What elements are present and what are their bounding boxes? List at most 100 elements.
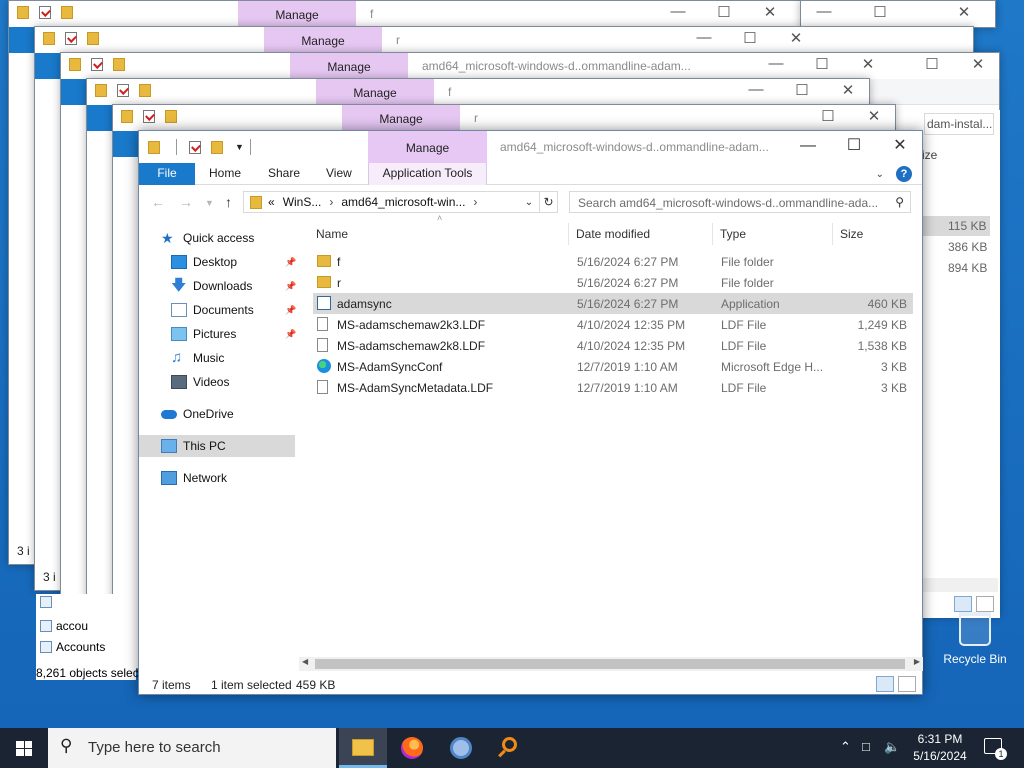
search-input[interactable]: Search amd64_microsoft-windows-d..ommand… (569, 191, 911, 213)
minimize-icon[interactable]: — (655, 3, 701, 20)
pin-icon[interactable]: 📌 (285, 305, 296, 316)
pin-icon[interactable]: 📌 (285, 329, 296, 340)
folder-icon[interactable] (148, 140, 160, 154)
taskbar-firefox[interactable] (388, 728, 436, 768)
file-row[interactable]: adamsync 5/16/2024 6:27 PM Application 4… (313, 293, 913, 314)
volume-muted-icon[interactable]: 🔈 (884, 739, 900, 755)
large-icons-view-icon[interactable] (898, 676, 916, 692)
nav-downloads[interactable]: 🡇 Downloads (171, 275, 252, 297)
nav-network[interactable]: Network (161, 467, 227, 489)
maximize-button[interactable]: ☐ (831, 135, 877, 159)
taskbar-search-app[interactable] (486, 728, 534, 768)
size-column-header[interactable]: ize (922, 148, 937, 162)
file-row[interactable]: MS-AdamSyncConf 12/7/2019 1:10 AM Micros… (313, 356, 913, 377)
maximize-icon[interactable]: ☐ (909, 55, 955, 73)
tab-application-tools[interactable]: Application Tools (368, 163, 487, 185)
maximize-icon[interactable]: ☐ (727, 29, 773, 47)
help-icon[interactable]: ? (896, 166, 912, 182)
horizontal-scrollbar[interactable]: ◀ ▶ (299, 657, 923, 671)
expand-ribbon-icon[interactable]: ⌄ (876, 169, 884, 180)
network-status-icon[interactable]: □ (862, 739, 870, 754)
nav-onedrive[interactable]: OneDrive (161, 403, 234, 425)
start-button[interactable] (0, 728, 48, 768)
taskbar-search[interactable]: ⚲ Type here to search (48, 728, 336, 768)
background-window-1b[interactable]: — ☐ ✕ (800, 0, 996, 28)
close-icon[interactable]: ✕ (773, 29, 819, 47)
scroll-left-icon[interactable]: ◀ (302, 657, 308, 666)
nav-pictures[interactable]: Pictures (171, 323, 236, 345)
nav-documents[interactable]: Documents (171, 299, 254, 321)
manage-tab[interactable]: Manage (316, 79, 434, 105)
list-item[interactable]: Accounts (56, 640, 105, 654)
close-icon[interactable]: ✕ (955, 55, 999, 73)
column-size[interactable]: Size (837, 223, 913, 245)
chevron-up-icon[interactable]: ⌃ (840, 739, 851, 755)
file-row[interactable]: f 5/16/2024 6:27 PM File folder (313, 251, 913, 272)
large-icons-view-icon[interactable] (976, 596, 994, 612)
breadcrumb[interactable]: amd64_microsoft-win... (341, 195, 465, 209)
chevron-right-icon[interactable]: › (473, 195, 477, 209)
column-name[interactable]: Name (313, 223, 569, 245)
scroll-right-icon[interactable]: ▶ (914, 657, 920, 666)
scrollbar-thumb[interactable] (315, 659, 905, 669)
manage-tab[interactable]: Manage (238, 1, 356, 27)
close-icon[interactable]: ✕ (825, 81, 869, 99)
close-button[interactable]: ✕ (877, 135, 923, 159)
close-icon[interactable]: ✕ (747, 3, 793, 21)
details-view-icon[interactable] (876, 676, 894, 692)
pin-icon[interactable]: 📌 (285, 281, 296, 292)
manage-tab[interactable]: Manage (290, 53, 408, 79)
nav-quick-access[interactable]: ★ Quick access (161, 227, 254, 249)
search-input[interactable]: dam-instal... (924, 113, 994, 135)
breadcrumb-overflow[interactable]: « (268, 195, 275, 209)
file-row[interactable]: MS-adamschemaw2k3.LDF 4/10/2024 12:35 PM… (313, 314, 913, 335)
details-view-icon[interactable] (954, 596, 972, 612)
forward-icon[interactable]: → (179, 194, 193, 210)
chevron-down-icon[interactable]: ⌄ (519, 197, 539, 208)
chevron-down-icon[interactable]: ▼ (235, 142, 244, 152)
nav-videos[interactable]: Videos (171, 371, 229, 393)
minimize-icon[interactable]: — (753, 55, 799, 72)
pin-icon[interactable]: 📌 (285, 257, 296, 268)
refresh-icon[interactable]: ↻ (540, 191, 558, 213)
minimize-icon[interactable]: — (733, 81, 779, 98)
chevron-right-icon[interactable]: › (329, 195, 333, 209)
title-bar[interactable]: ▼ Manage amd64_microsoft-windows-d..omma… (139, 131, 922, 163)
taskbar-chrome[interactable] (437, 728, 485, 768)
close-icon[interactable]: ✕ (851, 107, 895, 125)
file-row[interactable]: MS-adamschemaw2k8.LDF 4/10/2024 12:35 PM… (313, 335, 913, 356)
nav-music[interactable]: ♫ Music (171, 347, 224, 369)
up-icon[interactable]: ↑ (225, 194, 232, 210)
explorer-window[interactable]: ▼ Manage amd64_microsoft-windows-d..omma… (138, 130, 923, 695)
maximize-icon[interactable]: ☐ (701, 3, 747, 21)
column-type[interactable]: Type (717, 223, 833, 245)
tab-share[interactable]: Share (268, 163, 300, 185)
minimize-button[interactable]: — (785, 135, 831, 159)
nav-desktop[interactable]: Desktop (171, 251, 237, 273)
column-date-modified[interactable]: Date modified (573, 223, 713, 245)
file-row[interactable]: r 5/16/2024 6:27 PM File folder (313, 272, 913, 293)
clock[interactable]: 6:31 PM 5/16/2024 (904, 731, 976, 765)
tab-view[interactable]: View (326, 163, 352, 185)
tab-home[interactable]: Home (209, 163, 241, 185)
tab-file[interactable]: File (139, 163, 195, 185)
horizontal-scrollbar[interactable] (920, 578, 998, 592)
manage-tab[interactable]: Manage (342, 105, 460, 131)
recent-locations-icon[interactable]: ▼ (205, 198, 214, 208)
properties-icon[interactable] (189, 140, 201, 154)
maximize-icon[interactable]: ☐ (799, 55, 845, 73)
manage-tab[interactable]: Manage (368, 131, 487, 163)
manage-tab[interactable]: Manage (264, 27, 382, 53)
address-bar[interactable]: « WinS... › amd64_microsoft-win... › ⌄ (243, 191, 540, 213)
minimize-icon[interactable]: — (681, 29, 727, 46)
list-item[interactable]: accou (56, 619, 88, 633)
maximize-icon[interactable]: ☐ (857, 3, 903, 21)
back-icon[interactable]: ← (151, 194, 165, 210)
taskbar-file-explorer[interactable] (339, 728, 387, 768)
close-icon[interactable]: ✕ (845, 55, 891, 73)
close-icon[interactable]: ✕ (941, 3, 987, 21)
maximize-icon[interactable]: ☐ (779, 81, 825, 99)
recycle-bin[interactable]: Recycle Bin (938, 612, 1012, 666)
new-folder-icon[interactable] (211, 140, 223, 154)
file-row[interactable]: MS-AdamSyncMetadata.LDF 12/7/2019 1:10 A… (313, 377, 913, 398)
